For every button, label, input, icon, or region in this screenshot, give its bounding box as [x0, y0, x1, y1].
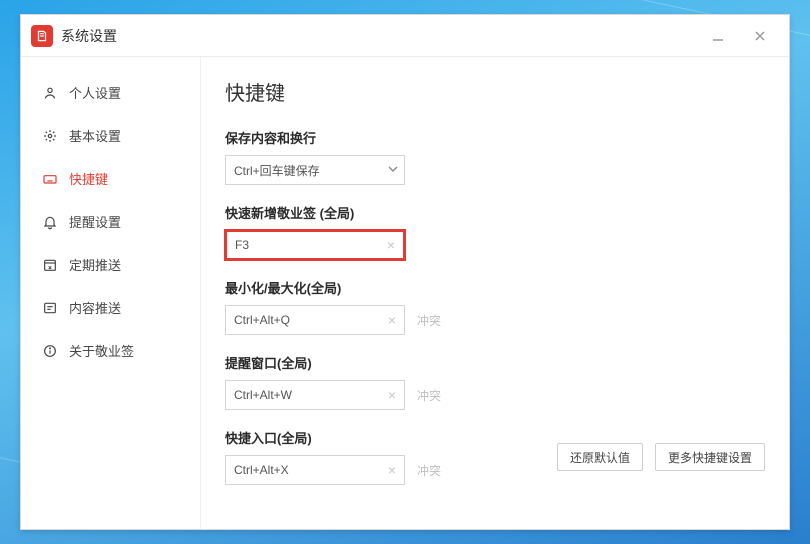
conflict-label: 冲突 — [417, 462, 441, 479]
field-remind: 提醒窗口(全局) Ctrl+Alt+W × 冲突 — [225, 353, 765, 410]
hotkey-input-new-note[interactable]: F3 × — [225, 230, 405, 260]
sidebar-item-label: 定期推送 — [69, 255, 121, 274]
sidebar-item-personal[interactable]: 个人设置 — [21, 71, 200, 114]
footer-buttons: 还原默认值 更多快捷键设置 — [557, 443, 765, 471]
chevron-down-icon — [388, 163, 398, 177]
clear-icon[interactable]: × — [388, 313, 396, 327]
settings-window: 系统设置 个人设置 基本设置 — [20, 14, 790, 530]
sidebar: 个人设置 基本设置 快捷键 提醒设置 — [21, 57, 201, 529]
window-title: 系统设置 — [61, 26, 117, 46]
app-icon — [31, 25, 53, 47]
hotkey-value: Ctrl+Alt+W — [234, 388, 292, 402]
hotkey-value: F3 — [235, 238, 249, 252]
sidebar-item-content-push[interactable]: 内容推送 — [21, 286, 200, 329]
content-area: 快捷键 保存内容和换行 Ctrl+回车键保存 快速新增敬业签 (全局) F3 × — [201, 57, 789, 529]
hotkey-input-entry[interactable]: Ctrl+Alt+X × — [225, 455, 405, 485]
sidebar-item-shortcuts[interactable]: 快捷键 — [21, 157, 200, 200]
sidebar-item-schedule-push[interactable]: 定期推送 — [21, 243, 200, 286]
hotkey-value: Ctrl+Alt+X — [234, 463, 289, 477]
sidebar-item-label: 关于敬业签 — [69, 341, 134, 360]
clear-icon[interactable]: × — [388, 388, 396, 402]
hotkey-input-minmax[interactable]: Ctrl+Alt+Q × — [225, 305, 405, 335]
gear-icon — [41, 128, 59, 144]
sidebar-item-label: 基本设置 — [69, 126, 121, 145]
button-label: 更多快捷键设置 — [668, 449, 752, 466]
field-label: 提醒窗口(全局) — [225, 353, 765, 372]
calendar-icon — [41, 257, 59, 273]
keyboard-icon — [41, 171, 59, 187]
sidebar-item-about[interactable]: 关于敬业签 — [21, 329, 200, 372]
titlebar: 系统设置 — [21, 15, 789, 57]
field-label: 快速新增敬业签 (全局) — [225, 203, 765, 222]
sidebar-item-basic[interactable]: 基本设置 — [21, 114, 200, 157]
field-new-note: 快速新增敬业签 (全局) F3 × — [225, 203, 765, 260]
user-icon — [41, 85, 59, 101]
clear-icon[interactable]: × — [388, 463, 396, 477]
restore-defaults-button[interactable]: 还原默认值 — [557, 443, 643, 471]
button-label: 还原默认值 — [570, 449, 630, 466]
page-title: 快捷键 — [225, 77, 765, 106]
field-label: 保存内容和换行 — [225, 128, 765, 147]
close-button[interactable] — [743, 22, 777, 50]
bell-icon — [41, 214, 59, 230]
conflict-label: 冲突 — [417, 387, 441, 404]
info-icon — [41, 343, 59, 359]
minimize-button[interactable] — [701, 22, 735, 50]
more-shortcuts-button[interactable]: 更多快捷键设置 — [655, 443, 765, 471]
content-icon — [41, 300, 59, 316]
sidebar-item-reminder[interactable]: 提醒设置 — [21, 200, 200, 243]
field-minmax: 最小化/最大化(全局) Ctrl+Alt+Q × 冲突 — [225, 278, 765, 335]
sidebar-item-label: 内容推送 — [69, 298, 121, 317]
sidebar-item-label: 快捷键 — [69, 169, 108, 188]
clear-icon[interactable]: × — [387, 238, 395, 252]
conflict-label: 冲突 — [417, 312, 441, 329]
sidebar-item-label: 提醒设置 — [69, 212, 121, 231]
hotkey-value: Ctrl+Alt+Q — [234, 313, 290, 327]
field-label: 最小化/最大化(全局) — [225, 278, 765, 297]
save-mode-select[interactable]: Ctrl+回车键保存 — [225, 155, 405, 185]
hotkey-input-remind[interactable]: Ctrl+Alt+W × — [225, 380, 405, 410]
select-value: Ctrl+回车键保存 — [234, 162, 320, 179]
sidebar-item-label: 个人设置 — [69, 83, 121, 102]
field-save: 保存内容和换行 Ctrl+回车键保存 — [225, 128, 765, 185]
